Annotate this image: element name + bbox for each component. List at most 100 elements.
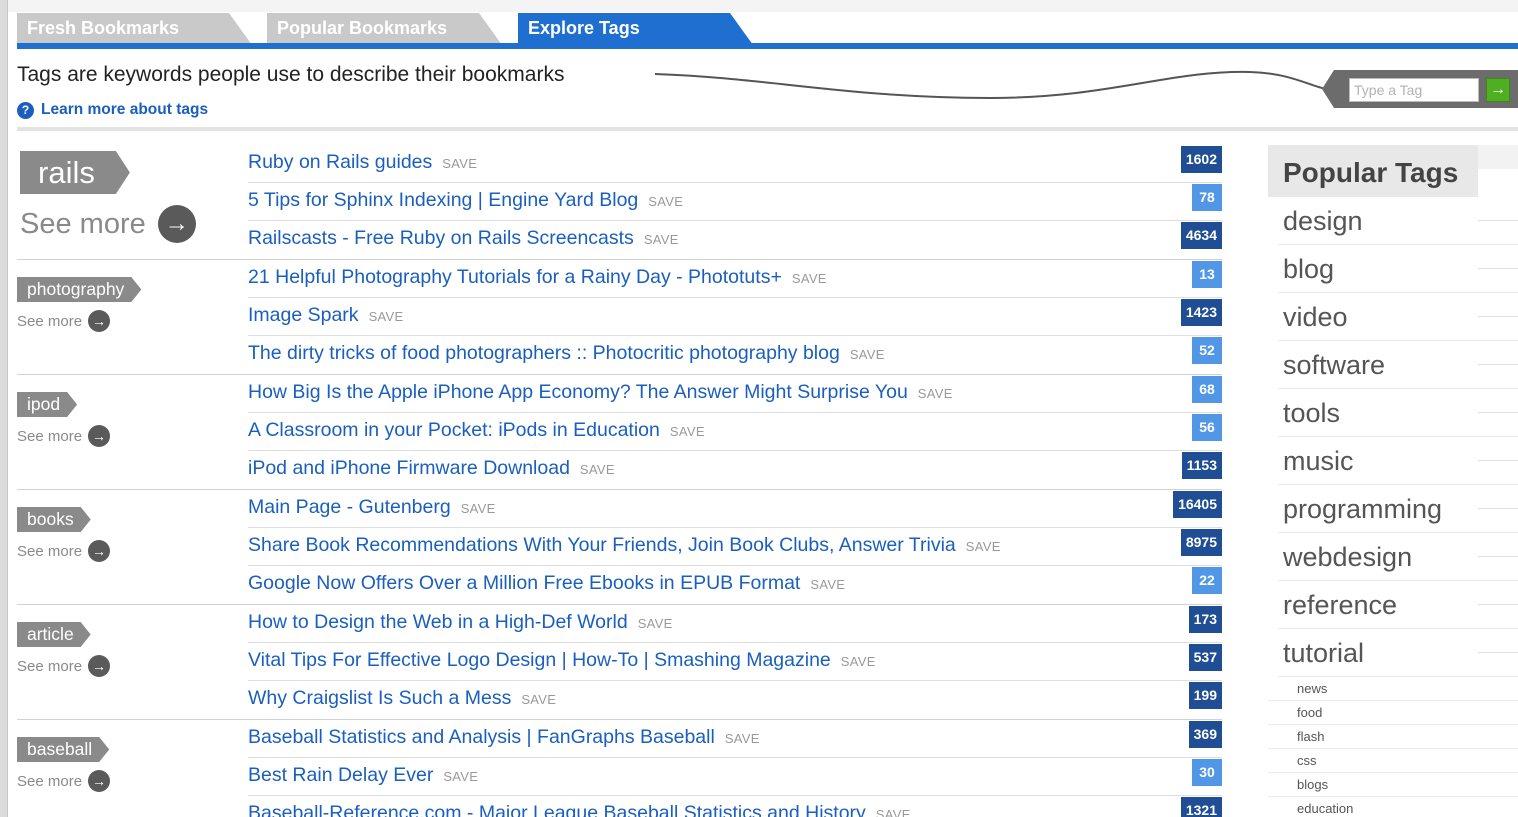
popular-tag-css[interactable]: css — [1268, 749, 1518, 773]
arrow-right-icon: → — [1490, 81, 1506, 98]
save-count-badge: 4634 — [1180, 222, 1222, 249]
arrow-right-circle-icon: → — [88, 655, 111, 677]
save-button[interactable]: SAVE — [725, 731, 760, 746]
tag-group-rails: rails See more → Ruby on Rails guides SAVE 16… — [17, 145, 1222, 260]
save-button[interactable]: SAVE — [966, 539, 1001, 554]
save-button[interactable]: SAVE — [521, 692, 556, 707]
bookmark-link[interactable]: Best Rain Delay Ever SAVE — [248, 764, 478, 787]
bookmark-link[interactable]: iPod and iPhone Firmware Download SAVE — [248, 457, 615, 480]
tab-explore-tags[interactable]: Explore Tags — [518, 13, 753, 45]
arrow-right-circle-icon: → — [88, 310, 111, 332]
tag-badge-article[interactable]: article — [17, 622, 91, 647]
learn-more-link[interactable]: ? Learn more about tags — [17, 101, 208, 119]
tag-badge-ipod[interactable]: ipod — [17, 392, 77, 417]
popular-tags-small-list: news food flash css blogs education — [1268, 677, 1518, 817]
save-button[interactable]: SAVE — [792, 271, 827, 286]
popular-tag-video[interactable]: video — [1278, 293, 1518, 341]
save-count-badge: 8975 — [1180, 529, 1222, 556]
bookmark-link[interactable]: How Big Is the Apple iPhone App Economy?… — [248, 381, 953, 404]
save-button[interactable]: SAVE — [841, 654, 876, 669]
save-button[interactable]: SAVE — [580, 462, 615, 477]
bookmark-link[interactable]: Share Book Recommendations With Your Fri… — [248, 534, 1001, 557]
bookmark-link[interactable]: Google Now Offers Over a Million Free Eb… — [248, 572, 845, 595]
popular-tag-blog[interactable]: blog — [1278, 245, 1518, 293]
bookmark-row: 21 Helpful Photography Tutorials for a R… — [248, 260, 1222, 298]
save-button[interactable]: SAVE — [876, 807, 911, 817]
save-button[interactable]: SAVE — [644, 232, 679, 247]
save-button[interactable]: SAVE — [442, 156, 477, 171]
see-more-link[interactable]: See more → — [17, 770, 111, 792]
save-count-badge: 537 — [1188, 644, 1222, 671]
save-count-badge: 30 — [1192, 759, 1222, 786]
popular-tag-tools[interactable]: tools — [1278, 389, 1518, 437]
bookmark-link[interactable]: Railscasts - Free Ruby on Rails Screenca… — [248, 227, 679, 250]
tag-badge-rails[interactable]: rails — [20, 151, 130, 194]
popular-tag-software[interactable]: software — [1278, 341, 1518, 389]
see-more-link[interactable]: See more → — [17, 425, 111, 447]
bookmark-link[interactable]: Baseball-Reference.com - Major League Ba… — [248, 802, 911, 817]
bookmark-title: 5 Tips for Sphinx Indexing | Engine Yard… — [248, 189, 639, 211]
save-count-badge: 56 — [1192, 414, 1222, 441]
bookmark-row: Google Now Offers Over a Million Free Eb… — [248, 566, 1222, 604]
bookmark-title: Google Now Offers Over a Million Free Eb… — [248, 572, 801, 594]
tab-popular-bookmarks[interactable]: Popular Bookmarks — [267, 13, 502, 45]
save-count-badge: 22 — [1192, 567, 1222, 594]
bookmark-row: iPod and iPhone Firmware Download SAVE 115… — [248, 451, 1222, 489]
tag-badge-baseball[interactable]: baseball — [17, 737, 109, 762]
bookmark-row: Share Book Recommendations With Your Fri… — [248, 528, 1222, 566]
save-button[interactable]: SAVE — [443, 769, 478, 784]
bookmark-row: Vital Tips For Effective Logo Design | H… — [248, 643, 1222, 681]
see-more-link[interactable]: See more → — [17, 310, 111, 332]
arrow-right-circle-icon: → — [157, 205, 196, 243]
tag-search-go-button[interactable]: → — [1486, 78, 1510, 102]
help-icon: ? — [17, 101, 34, 119]
see-more-link[interactable]: See more → — [17, 540, 111, 562]
popular-tag-webdesign[interactable]: webdesign — [1278, 533, 1518, 581]
bookmark-title: Baseball Statistics and Analysis | FanGr… — [248, 726, 715, 748]
bookmark-link[interactable]: Why Craigslist Is Such a Mess SAVE — [248, 687, 556, 710]
bookmark-link[interactable]: How to Design the Web in a High-Def Worl… — [248, 611, 673, 634]
tag-search-input[interactable] — [1349, 78, 1479, 102]
tag-badge-photography[interactable]: photography — [17, 277, 141, 302]
save-count-badge: 1153 — [1181, 452, 1222, 479]
save-button[interactable]: SAVE — [918, 386, 953, 401]
popular-tags-panel: Popular Tags design blog video software tool… — [1268, 145, 1518, 817]
bookmark-title: Main Page - Gutenberg — [248, 496, 451, 518]
bookmark-title: 21 Helpful Photography Tutorials for a R… — [248, 266, 782, 288]
bookmark-link[interactable]: A Classroom in your Pocket: iPods in Edu… — [248, 419, 705, 442]
save-button[interactable]: SAVE — [850, 347, 885, 362]
save-button[interactable]: SAVE — [369, 309, 404, 324]
popular-tag-design[interactable]: design — [1278, 197, 1518, 245]
tag-badge-books[interactable]: books — [17, 507, 91, 532]
save-button[interactable]: SAVE — [670, 424, 705, 439]
save-count-badge: 1602 — [1180, 146, 1222, 173]
popular-tags-big-list: design blog video software tools music program… — [1268, 197, 1518, 677]
save-button[interactable]: SAVE — [638, 616, 673, 631]
popular-tag-tutorial[interactable]: tutorial — [1278, 629, 1518, 677]
popular-tag-music[interactable]: music — [1278, 437, 1518, 485]
decorative-wave-line — [654, 70, 1327, 100]
bookmark-link[interactable]: 5 Tips for Sphinx Indexing | Engine Yard… — [248, 189, 683, 212]
save-button[interactable]: SAVE — [810, 577, 845, 592]
bookmark-link[interactable]: The dirty tricks of food photographers :… — [248, 342, 885, 365]
save-button[interactable]: SAVE — [648, 194, 683, 209]
bookmark-link[interactable]: Baseball Statistics and Analysis | FanGr… — [248, 726, 760, 749]
bookmark-link[interactable]: 21 Helpful Photography Tutorials for a R… — [248, 266, 827, 289]
tab-fresh-bookmarks[interactable]: Fresh Bookmarks — [17, 13, 252, 45]
popular-tag-programming[interactable]: programming — [1278, 485, 1518, 533]
popular-tag-blogs[interactable]: blogs — [1268, 773, 1518, 797]
bookmark-link[interactable]: Image Spark SAVE — [248, 304, 403, 327]
see-more-link[interactable]: See more → — [17, 655, 111, 677]
popular-tag-reference[interactable]: reference — [1278, 581, 1518, 629]
save-count-badge: 16405 — [1173, 491, 1222, 518]
bookmark-row: Main Page - Gutenberg SAVE 16405 — [248, 490, 1222, 528]
see-more-link[interactable]: See more → — [20, 205, 196, 243]
popular-tag-flash[interactable]: flash — [1268, 725, 1518, 749]
popular-tag-education[interactable]: education — [1268, 797, 1518, 817]
bookmark-link[interactable]: Ruby on Rails guides SAVE — [248, 151, 477, 174]
bookmark-link[interactable]: Main Page - Gutenberg SAVE — [248, 496, 496, 519]
save-button[interactable]: SAVE — [461, 501, 496, 516]
popular-tag-food[interactable]: food — [1268, 701, 1518, 725]
bookmark-link[interactable]: Vital Tips For Effective Logo Design | H… — [248, 649, 876, 672]
popular-tag-news[interactable]: news — [1268, 677, 1518, 701]
